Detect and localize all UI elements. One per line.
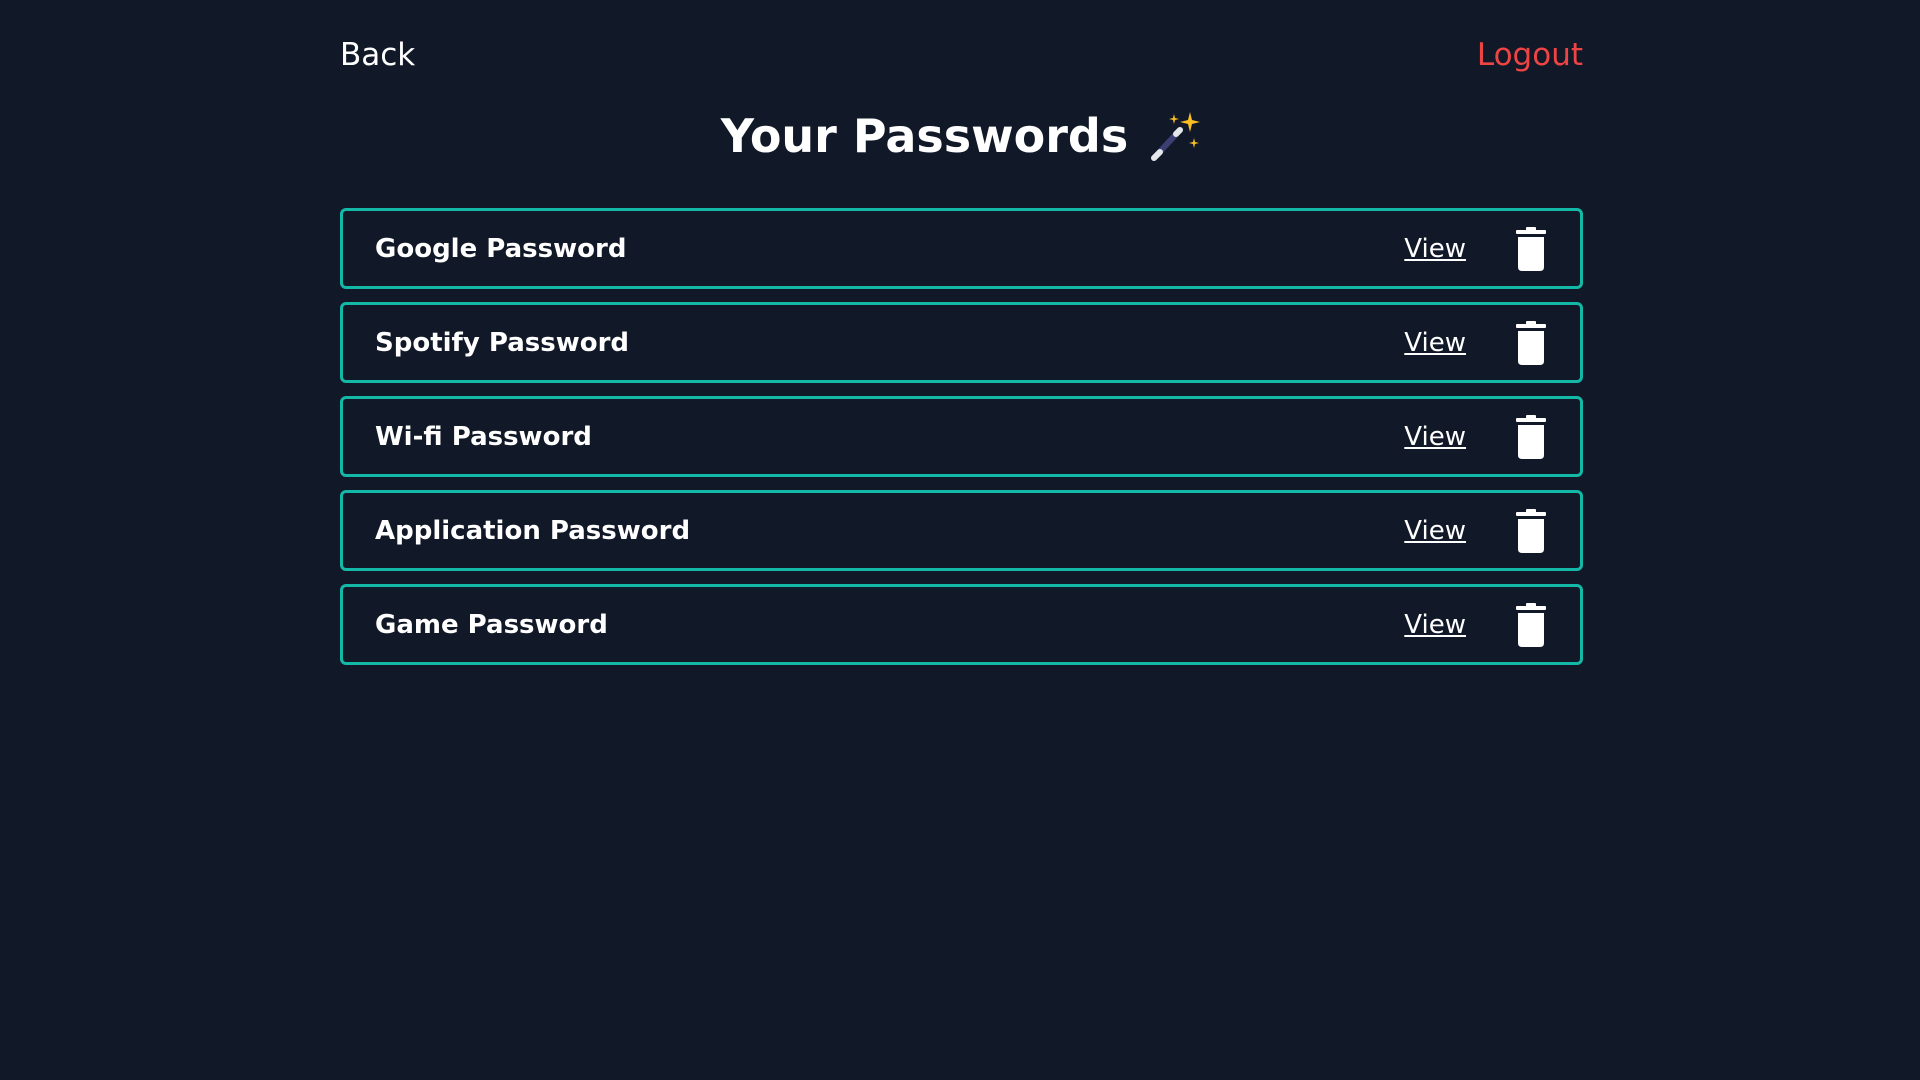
trash-icon[interactable] <box>1514 226 1548 271</box>
logout-link[interactable]: Logout <box>1477 36 1583 74</box>
password-item-label: Game Password <box>375 609 608 640</box>
password-item: Google Password View <box>340 208 1583 289</box>
top-nav: Back Logout <box>340 0 1583 112</box>
trash-icon[interactable] <box>1514 320 1548 365</box>
password-item-label: Application Password <box>375 515 691 546</box>
password-item-label: Spotify Password <box>375 327 630 358</box>
password-item: Spotify Password View <box>340 302 1583 383</box>
page-title: Your Passwords <box>720 109 1129 163</box>
password-item: Game Password View <box>340 584 1583 665</box>
password-item-label: Wi-fi Password <box>375 421 592 452</box>
view-link[interactable]: View <box>1404 234 1466 264</box>
page-container: Back Logout Your Passwords Google Passwo… <box>340 0 1583 665</box>
back-link[interactable]: Back <box>340 36 415 74</box>
page-title-wrapper: Your Passwords <box>340 108 1583 164</box>
password-list: Google Password View Spotify Password Vi… <box>340 208 1583 678</box>
trash-icon[interactable] <box>1514 602 1548 647</box>
trash-icon[interactable] <box>1514 508 1548 553</box>
view-link[interactable]: View <box>1404 422 1466 452</box>
magic-wand-icon <box>1146 108 1202 164</box>
password-item: Wi-fi Password View <box>340 396 1583 477</box>
view-link[interactable]: View <box>1404 328 1466 358</box>
view-link[interactable]: View <box>1404 516 1466 546</box>
trash-icon[interactable] <box>1514 414 1548 459</box>
password-item-label: Google Password <box>375 233 627 264</box>
view-link[interactable]: View <box>1404 610 1466 640</box>
password-item: Application Password View <box>340 490 1583 571</box>
